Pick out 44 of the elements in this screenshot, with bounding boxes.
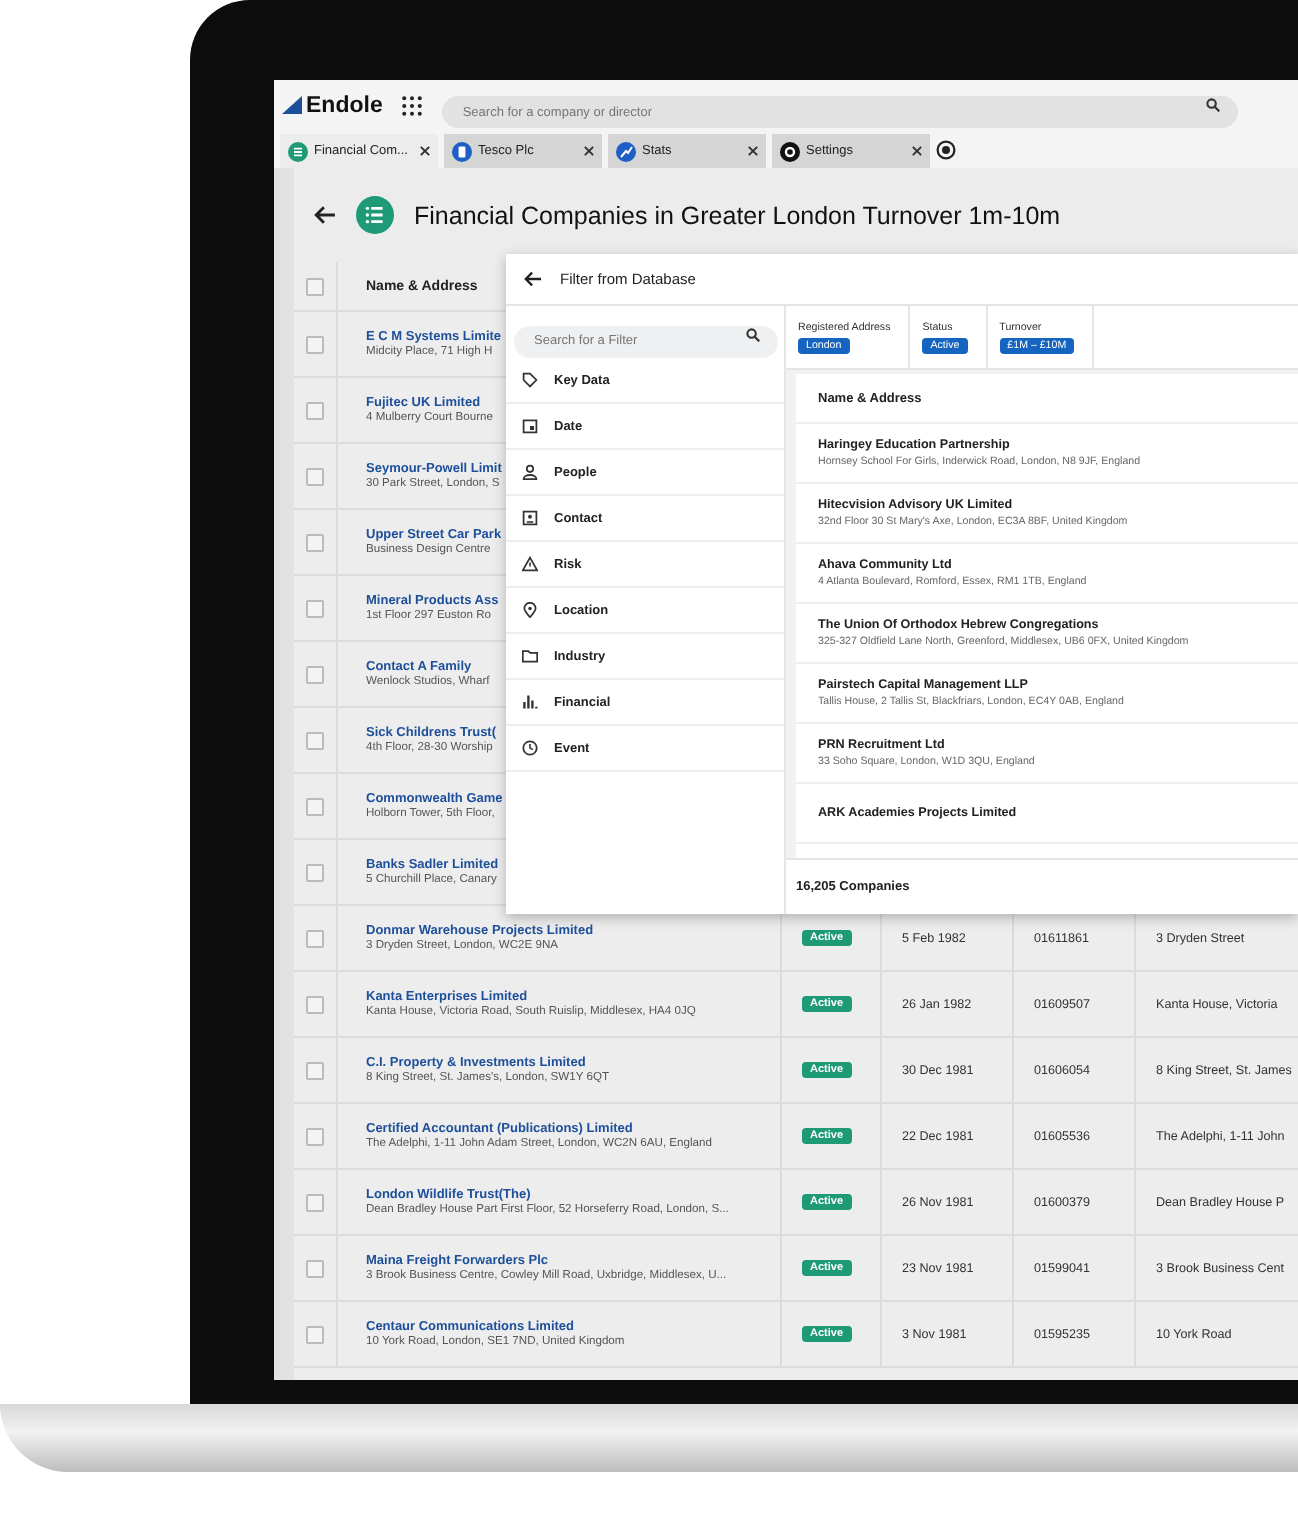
add-tab-icon[interactable] — [936, 139, 956, 159]
chart-icon — [616, 141, 636, 161]
checkbox[interactable] — [306, 533, 324, 551]
checkbox[interactable] — [306, 863, 324, 881]
apps-grid-icon[interactable] — [402, 95, 423, 115]
bar-chart-icon — [522, 694, 538, 710]
tag-icon — [522, 372, 538, 388]
checkbox[interactable] — [306, 1127, 324, 1145]
close-icon[interactable] — [912, 146, 922, 156]
page-title: Financial Companies in Greater London Turnover 1m-10m — [414, 201, 1061, 229]
logo-text: Endole — [306, 93, 383, 117]
settings-icon — [780, 141, 800, 161]
checkbox[interactable] — [306, 277, 324, 295]
folder-icon — [522, 648, 538, 664]
close-icon[interactable] — [420, 146, 430, 156]
checkbox[interactable] — [306, 995, 324, 1013]
close-icon[interactable] — [584, 146, 594, 156]
back-arrow-icon[interactable] — [314, 204, 336, 226]
back-arrow-icon[interactable] — [524, 270, 542, 288]
checkbox[interactable] — [306, 401, 324, 419]
contact-card-icon — [522, 510, 538, 526]
person-icon — [522, 464, 538, 480]
search-icon[interactable] — [1206, 98, 1221, 112]
checkbox[interactable] — [306, 335, 324, 353]
document-icon — [452, 141, 472, 161]
location-pin-icon — [522, 602, 538, 618]
calendar-icon — [522, 418, 538, 434]
checkbox[interactable] — [306, 731, 324, 749]
checkbox[interactable] — [306, 1193, 324, 1211]
list-icon — [288, 141, 308, 161]
checkbox[interactable] — [306, 1259, 324, 1277]
checkbox[interactable] — [306, 467, 324, 485]
checkbox[interactable] — [306, 929, 324, 947]
checkbox[interactable] — [306, 665, 324, 683]
clock-icon — [522, 740, 538, 756]
search-icon[interactable] — [746, 327, 760, 341]
checkbox[interactable] — [306, 599, 324, 617]
warning-icon — [522, 556, 538, 572]
checkbox[interactable] — [306, 1325, 324, 1343]
logo-icon — [282, 96, 302, 114]
checkbox[interactable] — [306, 1061, 324, 1079]
checkbox[interactable] — [306, 797, 324, 815]
list-icon — [356, 196, 394, 234]
close-icon[interactable] — [748, 146, 758, 156]
